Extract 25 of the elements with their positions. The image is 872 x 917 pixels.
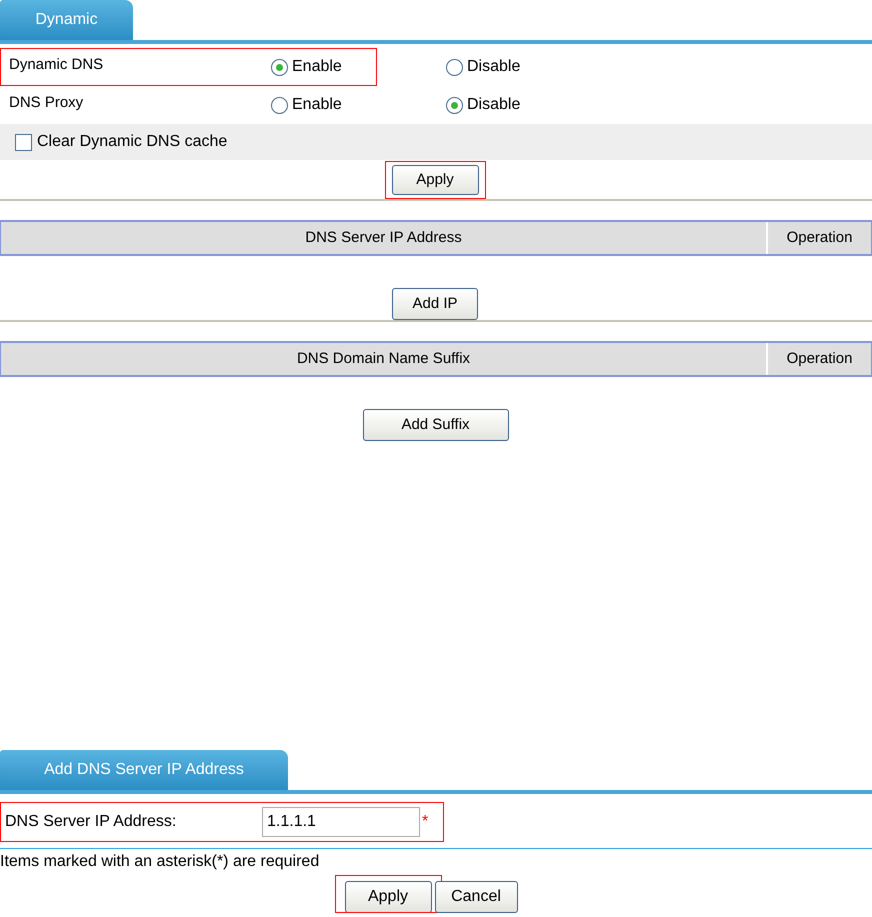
button[interactable]: Cancel [434,881,518,913]
column-header: Operation [766,343,871,375]
checkbox[interactable] [15,134,32,150]
button[interactable]: Add IP [392,288,478,320]
setting-label: Dynamic DNS [8,54,104,75]
column-header: Operation [766,222,871,254]
radio-button[interactable] [271,58,288,76]
option-label: Enable [292,57,342,77]
input-field[interactable]: 1.1.1.1 [262,807,420,837]
required-mark: * [421,812,428,832]
checkbox-label: Clear Dynamic DNS cache [37,132,228,152]
button[interactable]: Apply [344,881,432,913]
field-label: DNS Server IP Address: [4,812,178,832]
button[interactable]: Add Suffix [362,409,508,441]
radio-button[interactable] [271,96,288,114]
option-label: Disable [467,57,520,77]
option-label: Disable [467,95,520,115]
radio-button[interactable] [446,96,463,114]
button[interactable]: Apply [392,165,478,195]
column-header: DNS Domain Name Suffix [296,348,472,369]
note-text: Items marked with an asterisk(*) are required [0,852,320,872]
radio-button[interactable] [446,58,463,76]
setting-label: DNS Proxy [8,92,84,113]
column-header: DNS Server IP Address [304,228,463,248]
option-label: Enable [292,95,342,115]
